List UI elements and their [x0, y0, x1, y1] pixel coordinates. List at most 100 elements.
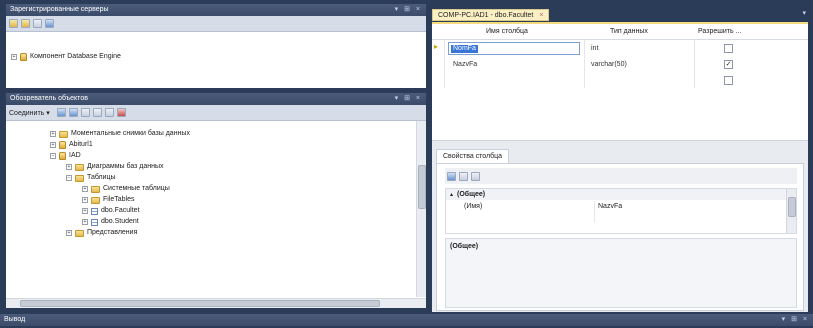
pane-pin-icon[interactable]: ▾	[802, 9, 806, 17]
tree-item-label: Системные таблицы	[103, 185, 170, 192]
row-2-name[interactable]: NazvFa	[450, 57, 477, 72]
expand-icon[interactable]: +	[11, 54, 17, 60]
row-3-name[interactable]	[450, 73, 453, 88]
object-explorer-titlebar: Обозреватель объектов ▾ ⊞ ×	[6, 93, 426, 105]
tree-item-label: Моментальные снимки базы данных	[71, 130, 190, 137]
object-explorer-vscroll[interactable]	[416, 121, 426, 297]
expand-icon[interactable]: +	[82, 197, 88, 203]
server-type-icon[interactable]	[9, 19, 18, 28]
collapse-icon[interactable]: ▴	[450, 191, 453, 198]
output-window-controls[interactable]: ▾ ⊞ ×	[782, 314, 809, 326]
close-icon[interactable]: ×	[539, 10, 543, 21]
property-grid-vscroll-thumb[interactable]	[788, 197, 796, 217]
property-pages-icon[interactable]	[471, 171, 480, 181]
property-group-row[interactable]: ▴ (Общее)	[446, 189, 786, 200]
object-explorer-title: Обозреватель объектов	[10, 95, 88, 102]
database-icon	[59, 152, 66, 160]
column-header-nullable[interactable]: Разрешить ...	[698, 28, 741, 35]
output-titlebar[interactable]: Вывод ▾ ⊞ ×	[0, 314, 813, 326]
row-2-type[interactable]: varchar(50)	[588, 57, 627, 72]
refresh-icon[interactable]	[104, 108, 114, 117]
tree-item-label: Компонент Database Engine	[30, 53, 121, 60]
column-header-name[interactable]: Имя столбца	[486, 28, 528, 35]
registered-servers-window-controls[interactable]: ▾ ⊞ ×	[395, 4, 422, 16]
row-3-type[interactable]	[588, 73, 591, 88]
filter-icon[interactable]	[92, 108, 102, 117]
analysis-services-icon[interactable]	[33, 19, 42, 28]
expand-icon[interactable]: +	[82, 186, 88, 192]
registered-servers-title: Зарегистрированные серверы	[10, 6, 109, 13]
property-group-label: (Общее)	[457, 191, 486, 198]
expand-icon[interactable]: +	[66, 230, 72, 236]
properties-toolbar	[445, 168, 797, 184]
summary-icon[interactable]	[116, 108, 126, 117]
object-explorer-vscroll-thumb[interactable]	[418, 165, 426, 209]
folder-icon	[75, 229, 84, 237]
property-grid-vscroll[interactable]	[786, 189, 796, 233]
property-description-title: (Общее)	[450, 243, 479, 250]
tab-designer[interactable]: COMP-PC.IAD1 - dbo.Facultet ×	[432, 9, 550, 21]
tree-item[interactable]: − IAD	[50, 151, 81, 161]
stop-icon[interactable]	[80, 108, 90, 117]
column-properties-panel: Свойства столбца ▴ (Общее) (Имя) NazvFa …	[432, 140, 808, 312]
table-designer-grid: Имя столбца Тип данных Разрешить ... ▸ N…	[432, 22, 808, 140]
categorized-icon[interactable]	[447, 171, 456, 181]
grid-rule-2	[584, 40, 585, 88]
row-2-nullable-checkbox[interactable]: ✓	[724, 60, 733, 69]
designer-tabstrip: COMP-PC.IAD1 - dbo.Facultet × ▾	[430, 8, 810, 22]
tree-item[interactable]: + FileTables	[82, 195, 135, 205]
tree-item[interactable]: + Abiturl1	[50, 140, 93, 150]
tree-item-label: FileTables	[103, 196, 135, 203]
connect-button[interactable]: Соединить ▾	[9, 109, 50, 117]
expand-icon[interactable]: −	[66, 175, 72, 181]
tree-item-label: IAD	[69, 152, 81, 159]
object-explorer-hscroll-thumb[interactable]	[20, 300, 380, 307]
tree-item-label: Представления	[87, 229, 138, 236]
column-properties-tab-label: Свойства столбца	[443, 153, 503, 160]
grid-rule-3	[694, 40, 695, 88]
folder-icon	[59, 130, 68, 138]
expand-icon[interactable]: +	[82, 219, 88, 225]
expand-icon[interactable]: +	[50, 142, 56, 148]
tree-item[interactable]: − Таблицы	[66, 173, 116, 183]
tree-item[interactable]: + Диаграммы баз данных	[66, 162, 164, 172]
database-engine-icon[interactable]	[21, 19, 30, 28]
disconnect-icon[interactable]	[68, 108, 78, 117]
column-header-type[interactable]: Тип данных	[610, 28, 648, 35]
object-explorer-toolbar: Соединить ▾	[6, 105, 426, 121]
tree-item-label: dbo.Student	[101, 218, 139, 225]
table-icon	[91, 218, 98, 226]
tree-item[interactable]: + dbo.Facultet	[82, 206, 140, 216]
connect-icon[interactable]	[56, 108, 66, 117]
grid-rule-1	[444, 40, 445, 88]
object-explorer-hscroll[interactable]	[6, 298, 426, 308]
column-name-input[interactable]: NomFa	[448, 42, 580, 55]
expand-icon[interactable]: −	[50, 153, 56, 159]
tree-item[interactable]: + Системные таблицы	[82, 184, 170, 194]
database-icon	[59, 141, 66, 149]
registered-servers-panel: + Компонент Database Engine	[6, 32, 426, 88]
folder-icon	[75, 163, 84, 171]
tree-item-label: Диаграммы баз данных	[87, 163, 164, 170]
expand-icon[interactable]: +	[82, 208, 88, 214]
tree-item[interactable]: + Моментальные снимки базы данных	[50, 129, 190, 139]
property-name-value[interactable]: NazvFa	[598, 203, 622, 210]
column-properties-tab[interactable]: Свойства столбца	[436, 149, 510, 163]
property-name-label: (Имя)	[464, 203, 483, 210]
object-explorer-window-controls[interactable]: ▾ ⊞ ×	[395, 93, 422, 105]
registered-servers-toolbar	[6, 16, 426, 32]
expand-icon[interactable]: +	[50, 131, 56, 137]
row-3-nullable-checkbox[interactable]	[724, 76, 733, 85]
tree-item[interactable]: + dbo.Student	[82, 217, 139, 227]
tree-item[interactable]: + Представления	[66, 228, 137, 238]
row-marker-primary-key: ▸	[434, 42, 439, 51]
object-explorer-tree: + Моментальные снимки базы данных + Abiturl…	[6, 121, 426, 308]
alphabetical-icon[interactable]	[459, 171, 468, 181]
tree-item-label: Abiturl1	[69, 141, 93, 148]
tree-item-database-engine[interactable]: + Компонент Database Engine	[11, 52, 121, 62]
column-name-input-value: NomFa	[451, 45, 478, 53]
reporting-services-icon[interactable]	[45, 19, 54, 28]
row-1-nullable-checkbox[interactable]	[724, 44, 733, 53]
expand-icon[interactable]: +	[66, 164, 72, 170]
row-1-type[interactable]: int	[588, 41, 598, 56]
